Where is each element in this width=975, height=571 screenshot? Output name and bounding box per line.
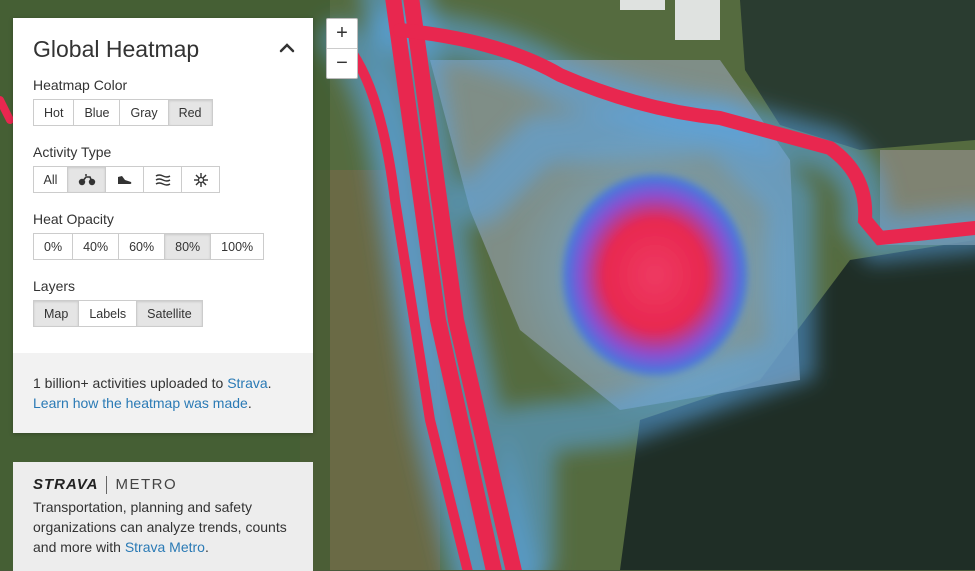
opacity-80-button[interactable]: 80%	[164, 233, 212, 260]
heatmap-panel: Global Heatmap Heatmap Color Hot Blue Gr…	[13, 18, 313, 433]
activity-type-label: Activity Type	[33, 144, 112, 160]
heatmap-color-label: Heatmap Color	[33, 77, 128, 93]
layer-map-button[interactable]: Map	[33, 300, 80, 327]
learn-heatmap-link[interactable]: Learn how the heatmap was made	[33, 395, 248, 411]
metro-wordmark: METRO	[115, 476, 178, 493]
panel-title: Global Heatmap	[33, 36, 200, 62]
strava-link[interactable]: Strava	[227, 375, 267, 391]
shoe-icon	[117, 175, 131, 184]
logo-divider	[106, 476, 108, 494]
snowflake-icon	[193, 172, 208, 187]
color-gray-button[interactable]: Gray	[119, 99, 169, 126]
color-hot-button[interactable]: Hot	[33, 99, 75, 126]
heat-opacity-label: Heat Opacity	[33, 211, 114, 227]
activities-text: 1 billion+ activities uploaded to	[33, 375, 228, 391]
activity-type-group: All	[33, 166, 293, 193]
panel-footer: 1 billion+ activities uploaded to Strava…	[13, 353, 313, 433]
color-blue-button[interactable]: Blue	[73, 99, 121, 126]
activity-winter-button[interactable]	[181, 166, 220, 193]
opacity-100-button[interactable]: 100%	[210, 233, 265, 260]
heatmap-color-group: Hot Blue Gray Red	[33, 99, 293, 126]
activity-run-button[interactable]	[105, 166, 144, 193]
activity-water-button[interactable]	[143, 166, 182, 193]
layers-group: Map Labels Satellite	[33, 300, 293, 327]
activity-all-button[interactable]: All	[33, 166, 68, 193]
footer-period-2: .	[247, 395, 252, 411]
strava-metro-logo: STRAVA METRO	[33, 475, 293, 495]
footer-period: .	[267, 375, 272, 391]
zoom-out-button[interactable]: −	[327, 49, 357, 78]
opacity-0-button[interactable]: 0%	[33, 233, 74, 260]
building-top-2	[620, 0, 665, 10]
chevron-up-icon[interactable]	[279, 42, 295, 54]
zoom-in-button[interactable]: +	[327, 19, 357, 49]
stadium-heat	[563, 175, 747, 375]
layers-label: Layers	[33, 278, 76, 294]
strava-metro-promo: STRAVA METRO Transportation, planning an…	[13, 462, 313, 571]
zoom-control: + −	[326, 18, 358, 79]
strava-wordmark: STRAVA	[33, 476, 99, 493]
opacity-60-button[interactable]: 60%	[118, 233, 166, 260]
heat-opacity-group: 0% 40% 60% 80% 100%	[33, 233, 293, 260]
color-red-button[interactable]: Red	[167, 99, 213, 126]
bike-icon	[78, 173, 95, 185]
building-top	[675, 0, 720, 40]
metro-period: .	[204, 539, 209, 555]
layer-satellite-button[interactable]: Satellite	[136, 300, 203, 327]
opacity-40-button[interactable]: 40%	[72, 233, 120, 260]
water-icon	[155, 173, 170, 186]
layer-labels-button[interactable]: Labels	[78, 300, 138, 327]
strava-metro-link[interactable]: Strava Metro	[125, 539, 205, 555]
activity-ride-button[interactable]	[67, 166, 106, 193]
